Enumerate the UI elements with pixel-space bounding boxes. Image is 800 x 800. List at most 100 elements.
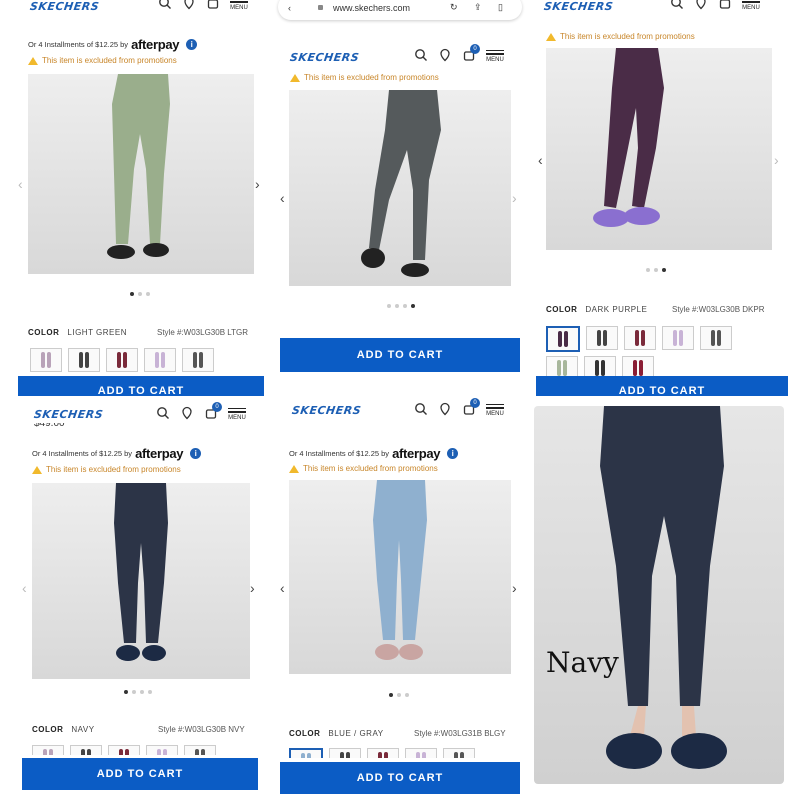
add-to-cart-button[interactable]: ADD TO CART (18, 376, 264, 396)
swatch[interactable] (182, 348, 214, 372)
info-icon[interactable]: i (186, 39, 198, 50)
product-photo[interactable] (289, 480, 511, 674)
swatch[interactable] (586, 326, 618, 350)
search-icon[interactable] (414, 402, 428, 416)
location-icon[interactable] (438, 48, 452, 62)
carousel-dot[interactable] (124, 690, 128, 694)
carousel-dot[interactable] (662, 268, 666, 272)
skechers-logo[interactable]: SKECHERS (543, 0, 614, 13)
product-photo[interactable] (32, 483, 250, 679)
search-icon[interactable] (670, 0, 684, 10)
product-photo[interactable] (28, 74, 254, 274)
product-photo[interactable] (546, 48, 772, 250)
swatch[interactable] (662, 326, 694, 350)
carousel-dot[interactable] (411, 304, 415, 308)
skechers-logo[interactable]: SKECHERS (29, 0, 100, 13)
carousel-dot[interactable] (132, 690, 136, 694)
carousel-dot[interactable] (395, 304, 399, 308)
search-icon[interactable] (156, 406, 170, 420)
location-icon[interactable] (182, 0, 196, 10)
search-icon[interactable] (414, 48, 428, 62)
carousel-dot[interactable] (405, 693, 409, 697)
promo-text: This item is excluded from promotions (42, 56, 177, 65)
legging-closeup-figure (600, 406, 727, 769)
menu-button[interactable]: MENU (230, 0, 248, 11)
carousel-dot[interactable] (654, 268, 658, 272)
share-icon[interactable]: ⇪ (474, 2, 482, 13)
swatch[interactable] (184, 745, 216, 755)
swatch-selected[interactable] (546, 326, 580, 352)
cart-icon[interactable] (718, 0, 732, 10)
carousel-dot[interactable] (140, 690, 144, 694)
carousel-dots (646, 268, 666, 272)
carousel-next-arrow[interactable]: › (774, 152, 779, 168)
carousel-dot[interactable] (148, 690, 152, 694)
browser-address-bar[interactable]: ‹ www.skechers.com ↻ ⇪ ▯ (278, 0, 522, 20)
warning-icon (28, 56, 38, 65)
swatch[interactable] (32, 745, 64, 755)
back-icon[interactable]: ‹ (288, 3, 291, 13)
carousel-dot[interactable] (403, 304, 407, 308)
location-icon[interactable] (180, 406, 194, 420)
carousel-dot[interactable] (138, 292, 142, 296)
afterpay-logo: afterpay (135, 446, 184, 461)
carousel-dot[interactable] (389, 693, 393, 697)
carousel-next-arrow[interactable]: › (250, 580, 255, 596)
location-icon[interactable] (438, 402, 452, 416)
reload-icon[interactable]: ↻ (450, 2, 458, 13)
carousel-prev-arrow[interactable]: ‹ (538, 152, 543, 168)
swatch[interactable] (367, 748, 399, 758)
add-to-cart-button[interactable]: ADD TO CART (280, 762, 520, 794)
bookmark-icon[interactable]: ▯ (498, 2, 503, 13)
installments-text: Or 4 Installments of $12.25 by (28, 40, 129, 49)
cart-icon[interactable]: 0 (462, 398, 480, 416)
product-photo[interactable] (289, 90, 511, 286)
menu-button[interactable]: MENU (228, 406, 246, 421)
swatch[interactable] (443, 748, 475, 758)
swatch[interactable] (624, 326, 656, 350)
carousel-dot[interactable] (130, 292, 134, 296)
carousel-prev-arrow[interactable]: ‹ (280, 580, 285, 596)
add-to-cart-button[interactable]: ADD TO CART (22, 758, 258, 790)
swatch[interactable] (144, 348, 176, 372)
carousel-prev-arrow[interactable]: ‹ (22, 580, 27, 596)
search-icon[interactable] (158, 0, 172, 10)
carousel-next-arrow[interactable]: › (255, 176, 260, 192)
swatch[interactable] (106, 348, 138, 372)
skechers-logo[interactable]: SKECHERS (289, 51, 360, 64)
cart-icon[interactable]: 0 (462, 44, 480, 62)
carousel-dot[interactable] (146, 292, 150, 296)
carousel-dot[interactable] (646, 268, 650, 272)
color-row: COLOR LIGHT GREEN (28, 328, 127, 337)
skechers-logo[interactable]: SKECHERS (33, 408, 104, 421)
color-row: COLOR BLUE / GRAY (289, 729, 384, 738)
swatch[interactable] (108, 745, 140, 755)
swatch-selected[interactable] (289, 748, 323, 758)
location-icon[interactable] (694, 0, 708, 10)
add-to-cart-button[interactable]: ADD TO CART (536, 376, 788, 396)
swatch[interactable] (30, 348, 62, 372)
swatch[interactable] (405, 748, 437, 758)
swatch[interactable] (329, 748, 361, 758)
menu-button[interactable]: MENU (486, 402, 504, 417)
swatch[interactable] (700, 326, 732, 350)
add-to-cart-button[interactable]: ADD TO CART (280, 338, 520, 372)
cart-icon[interactable]: 0 (204, 402, 222, 420)
carousel-next-arrow[interactable]: › (512, 190, 517, 206)
menu-button[interactable]: MENU (486, 48, 504, 63)
info-icon[interactable]: i (447, 448, 459, 459)
info-icon[interactable]: i (190, 448, 202, 459)
carousel-prev-arrow[interactable]: ‹ (280, 190, 285, 206)
skechers-logo[interactable]: SKECHERS (291, 404, 362, 417)
carousel-dot[interactable] (397, 693, 401, 697)
carousel-prev-arrow[interactable]: ‹ (18, 176, 23, 192)
carousel-next-arrow[interactable]: › (512, 580, 517, 596)
carousel-dot[interactable] (387, 304, 391, 308)
menu-button[interactable]: MENU (742, 0, 760, 11)
swatch[interactable] (146, 745, 178, 755)
swatch[interactable] (68, 348, 100, 372)
swatch[interactable] (70, 745, 102, 755)
browser-url[interactable]: www.skechers.com (333, 3, 410, 13)
cart-count-badge: 0 (470, 44, 480, 54)
cart-icon[interactable] (206, 0, 220, 10)
